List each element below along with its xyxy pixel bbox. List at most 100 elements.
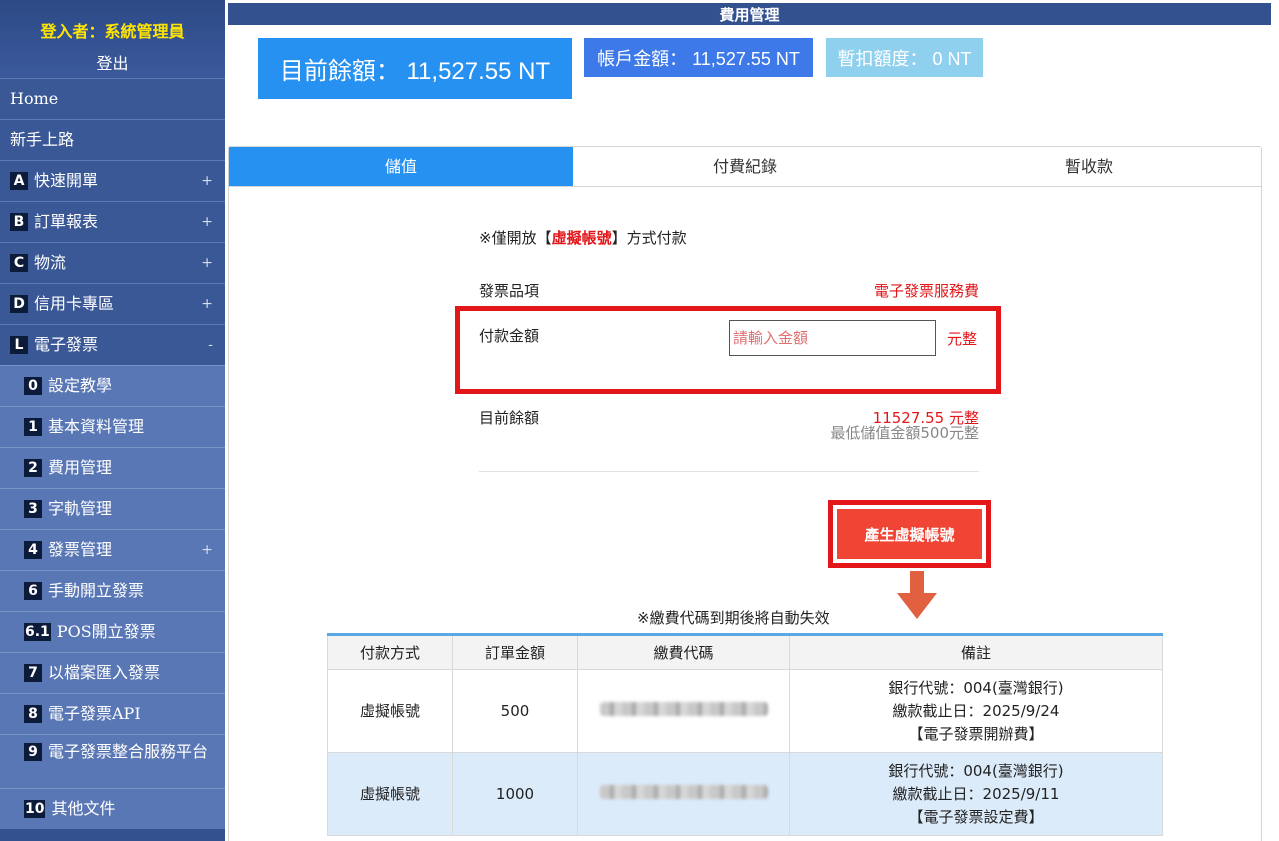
expand-icon[interactable]: + [201,542,213,558]
expand-icon[interactable]: + [201,255,213,271]
sidebar-subitem-fee-management[interactable]: 2 費用管理 [0,447,225,488]
sidebar-item-label: 快速開單 [34,171,99,190]
sidebar-item-badge: D [10,295,28,313]
payment-code-cell [577,669,790,753]
sidebar-subitem-file-import[interactable]: 7 以檔案匯入發票 [0,652,225,693]
payment-code-cell [577,752,790,836]
sidebar-item-badge: A [10,172,28,190]
tab-temporary-receipts[interactable]: 暫收款 [917,147,1261,186]
column-header: 付款方式 [327,634,453,670]
page-title: 費用管理 [228,3,1271,25]
sidebar-item-badge: C [10,254,28,272]
sidebar-subitem-pos-invoice[interactable]: 6.1 POS開立發票 [0,611,225,652]
sidebar-item-home[interactable]: Home [0,78,225,119]
sidebar-item-badge: 2 [24,459,42,477]
sidebar-subitem-invoice-management[interactable]: 4 發票管理 + [0,529,225,570]
column-header: 繳費代碼 [577,634,790,670]
table-row: 虛擬帳號 500 銀行代號：004(臺灣銀行) 繳款截止日：2025/9/24 … [327,669,1163,753]
balance-label: 目前餘額 [479,409,540,427]
fee-panel: 儲值 付費紀錄 暫收款 ※僅開放【虛擬帳號】方式付款 發票品項 電子發票服務費 … [228,146,1262,841]
table-header-row: 付款方式 訂單金額 繳費代碼 備註 [327,634,1163,670]
expiration-note: ※繳費代碼到期後將自動失效 [637,609,830,627]
tab-bar: 儲值 付費紀錄 暫收款 [229,147,1261,187]
generate-virtual-account-button[interactable]: 產生虛擬帳號 [837,509,982,559]
sidebar-item-label: 訂單報表 [34,212,99,231]
sidebar-item-badge: 3 [24,500,42,518]
notice-prefix: ※僅開放【 [479,229,552,247]
generate-button-highlight: 產生虛擬帳號 [828,500,991,568]
notice-highlight: 虛擬帳號 [551,229,612,247]
sidebar-item-badge: 10 [24,800,46,818]
due-date-text: 繳款截止日：2025/9/24 [892,701,1060,720]
sidebar-item-logistics[interactable]: C 物流 + [0,242,225,283]
sidebar-item-badge: 8 [24,705,42,723]
sidebar-item-badge: 4 [24,541,42,559]
payment-method-cell: 虛擬帳號 [327,752,453,836]
sidebar-item-label: 電子發票整合服務平台 [48,742,209,761]
memo-cell: 銀行代號：004(臺灣銀行) 繳款截止日：2025/9/24 【電子發票開辦費】 [789,669,1163,753]
sidebar-item-label: 手動開立發票 [48,581,145,600]
sidebar-item-label: 字軌管理 [48,499,113,518]
collapse-icon[interactable]: - [208,337,213,353]
sidebar-item-credit-card[interactable]: D 信用卡專區 + [0,283,225,324]
memo-text: 【電子發票設定費】 [908,807,1044,826]
due-date-text: 繳款截止日：2025/9/11 [892,784,1060,803]
sidebar-item-badge: L [10,336,28,354]
sidebar-item-getting-started[interactable]: 新手上路 [0,119,225,160]
account-amount-badge: 帳戶金額： 11,527.55 NT [584,38,813,77]
sidebar-item-label: 電子發票 [34,335,99,354]
expand-icon[interactable]: + [201,173,213,189]
expand-icon[interactable]: + [201,214,213,230]
logout-link[interactable]: 登出 [0,50,225,74]
sidebar-item-label: 費用管理 [48,458,113,477]
invoice-item-value: 電子發票服務費 [873,282,979,300]
sidebar-item-badge: 6.1 [24,623,51,641]
sidebar-item-label: 以檔案匯入發票 [48,663,161,682]
sidebar-item-e-invoice[interactable]: L 電子發票 - [0,324,225,365]
sidebar-item-label: 新手上路 [10,130,75,149]
column-header: 訂單金額 [452,634,578,670]
sidebar-item-label: Home [10,89,59,108]
order-amount-cell: 500 [452,669,578,753]
sidebar-item-label: 信用卡專區 [34,294,115,313]
amount-input[interactable] [729,320,936,356]
login-user: 登入者：系統管理員 [40,22,185,41]
tab-payment-history[interactable]: 付費紀錄 [573,147,917,186]
sidebar-item-label: POS開立發票 [56,622,156,641]
payment-code-table: 付款方式 訂單金額 繳費代碼 備註 虛擬帳號 500 銀行代號：004(臺灣銀行… [327,633,1163,836]
payment-method-cell: 虛擬帳號 [327,669,453,753]
sidebar-item-badge: 9 [24,743,42,761]
sidebar-item-label: 電子發票API [48,704,141,723]
sidebar-item-badge: 0 [24,377,42,395]
table-row: 虛擬帳號 1000 銀行代號：004(臺灣銀行) 繳款截止日：2025/9/11… [327,752,1163,836]
sidebar-item-badge: B [10,213,28,231]
sidebar-subitem-invoice-api[interactable]: 8 電子發票API [0,693,225,734]
notice-suffix: 】方式付款 [611,229,687,247]
hold-amount-badge: 暫扣額度： 0 NT [826,38,983,77]
sidebar-item-order-report[interactable]: B 訂單報表 + [0,201,225,242]
column-header: 備註 [789,634,1163,670]
arrow-down-icon [897,571,937,619]
memo-text: 【電子發票開辦費】 [908,724,1044,743]
sidebar-item-quick-order[interactable]: A 快速開單 + [0,160,225,201]
sidebar-item-label: 物流 [34,253,67,272]
sidebar-item-label: 發票管理 [48,540,113,559]
sidebar-subitem-manual-invoice[interactable]: 6 手動開立發票 [0,570,225,611]
sidebar-item-label: 基本資料管理 [48,417,145,436]
expand-icon[interactable]: + [201,296,213,312]
sidebar-subitem-track-management[interactable]: 3 字軌管理 [0,488,225,529]
tab-top-up[interactable]: 儲值 [229,147,573,186]
sidebar-subitem-service-platform[interactable]: 9 電子發票整合服務平台 [0,734,225,788]
sidebar-subitem-basic-info[interactable]: 1 基本資料管理 [0,406,225,447]
payment-method-notice: ※僅開放【虛擬帳號】方式付款 [479,227,687,248]
sidebar-subitem-other-docs[interactable]: 10 其他文件 [0,788,225,829]
sidebar-subitem-setup-guide[interactable]: 0 設定教學 [0,365,225,406]
sidebar: 登入者：系統管理員 登出 Home 新手上路 A 快速開單 + B 訂單報表 +… [0,0,225,841]
order-amount-cell: 1000 [452,752,578,836]
amount-unit: 元整 [947,330,978,348]
masked-code [599,701,768,716]
sidebar-item-label: 其他文件 [51,799,116,818]
bank-code-text: 銀行代號：004(臺灣銀行) [888,761,1064,780]
login-box: 登入者：系統管理員 登出 [0,0,225,78]
balance-value: 11527.55 元整 [872,409,979,427]
